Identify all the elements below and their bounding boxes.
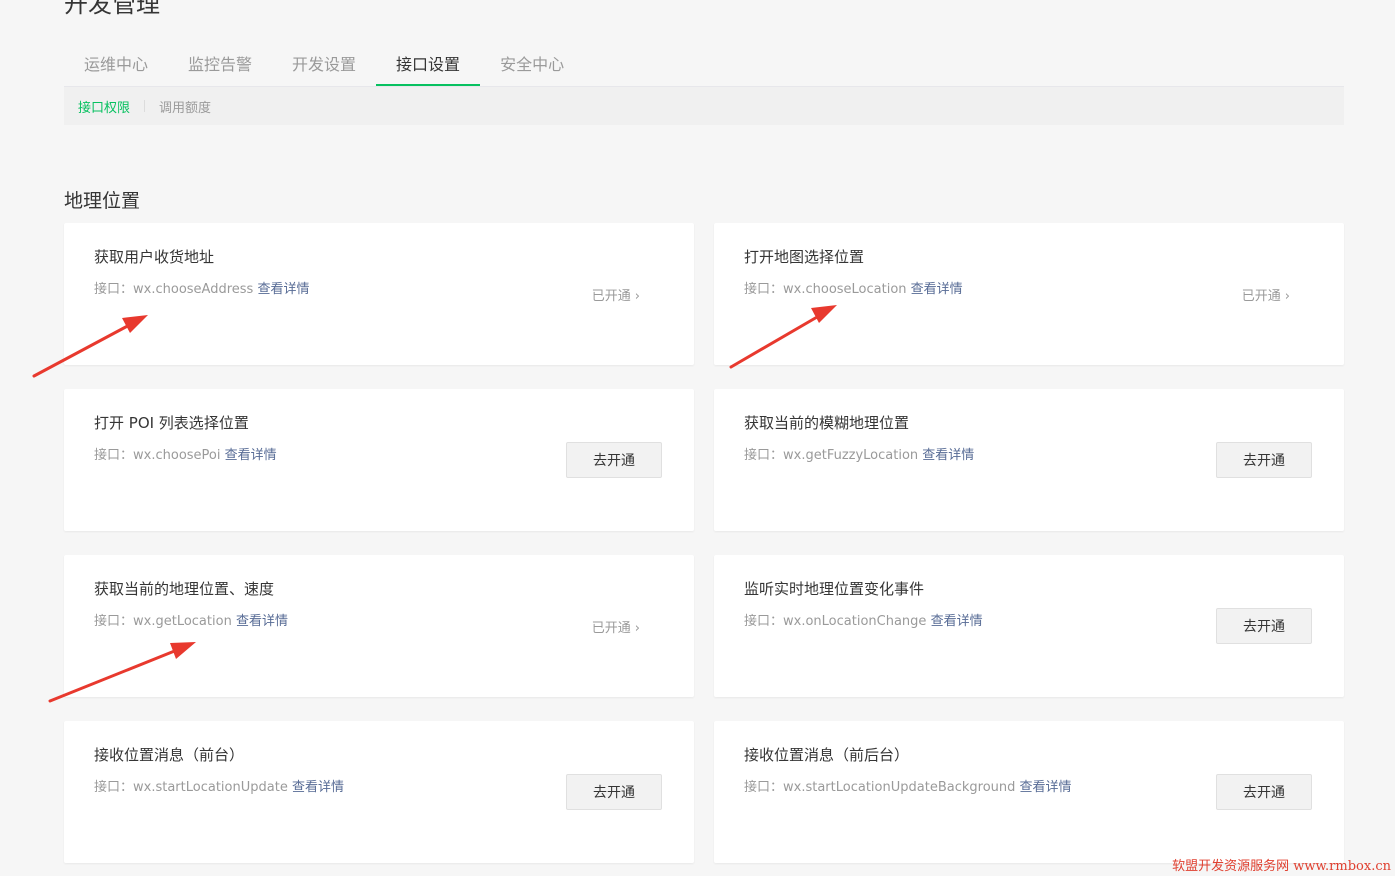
tab-api-settings[interactable]: 接口设置	[376, 50, 481, 86]
api-prefix: 接口：	[94, 780, 134, 795]
activate-button[interactable]: 去开通	[566, 774, 662, 810]
view-details-link[interactable]: 查看详情	[257, 282, 309, 297]
tab-dev-settings[interactable]: 开发设置	[272, 50, 376, 86]
api-card-get-location: 获取当前的地理位置、速度 接口：wx.getLocation 查看详情 已开通 ›	[64, 555, 694, 697]
api-name: wx.chooseLocation	[783, 282, 907, 297]
api-card-on-location-change: 监听实时地理位置变化事件 接口：wx.onLocationChange 查看详情…	[714, 555, 1344, 697]
card-title: 监听实时地理位置变化事件	[744, 580, 925, 598]
card-title: 打开 POI 列表选择位置	[94, 414, 249, 432]
api-name: wx.chooseAddress	[133, 282, 254, 297]
api-prefix: 接口：	[744, 282, 784, 297]
chevron-right-icon: ›	[1284, 289, 1290, 304]
card-api: 接口：wx.chooseAddress 查看详情	[94, 278, 309, 297]
card-api: 接口：wx.getFuzzyLocation 查看详情	[744, 444, 974, 463]
card-title: 打开地图选择位置	[744, 248, 865, 266]
api-card-choose-address: 获取用户收货地址 接口：wx.chooseAddress 查看详情 已开通 ›	[64, 223, 694, 365]
card-api: 接口：wx.getLocation 查看详情	[94, 610, 288, 629]
tab-security-center[interactable]: 安全中心	[480, 50, 584, 86]
subtab-call-quota[interactable]: 调用额度	[145, 97, 225, 116]
view-details-link[interactable]: 查看详情	[225, 448, 277, 463]
card-title: 接收位置消息（前台）	[94, 746, 245, 764]
card-api: 接口：wx.startLocationUpdateBackground 查看详情	[744, 776, 1072, 795]
api-prefix: 接口：	[744, 614, 784, 629]
view-details-link[interactable]: 查看详情	[911, 282, 963, 297]
api-name: wx.startLocationUpdateBackground	[783, 780, 1016, 795]
card-title: 获取当前的模糊地理位置	[744, 414, 910, 432]
watermark: 软盟开发资源服务网 www.rmbox.cn	[1172, 859, 1391, 874]
api-name: wx.onLocationChange	[783, 614, 927, 629]
card-title: 获取用户收货地址	[94, 248, 215, 266]
view-details-link[interactable]: 查看详情	[236, 614, 288, 629]
api-prefix: 接口：	[744, 448, 784, 463]
api-prefix: 接口：	[94, 614, 134, 629]
api-name: wx.startLocationUpdate	[133, 780, 288, 795]
card-api: 接口：wx.onLocationChange 查看详情	[744, 610, 983, 629]
card-api: 接口：wx.chooseLocation 查看详情	[744, 278, 963, 297]
tab-ops-center[interactable]: 运维中心	[64, 50, 168, 86]
status-label: 已开通	[591, 621, 631, 636]
opened-status[interactable]: 已开通 ›	[592, 285, 640, 304]
page-title: 开发管理	[64, 0, 160, 18]
tab-monitoring[interactable]: 监控告警	[168, 50, 272, 86]
opened-status[interactable]: 已开通 ›	[1242, 285, 1290, 304]
top-tabs: 运维中心 监控告警 开发设置 接口设置 安全中心	[64, 50, 1344, 87]
view-details-link[interactable]: 查看详情	[922, 448, 974, 463]
section-title: 地理位置	[64, 190, 141, 212]
view-details-link[interactable]: 查看详情	[1020, 780, 1072, 795]
opened-status[interactable]: 已开通 ›	[592, 617, 640, 636]
api-name: wx.getFuzzyLocation	[783, 448, 919, 463]
view-details-link[interactable]: 查看详情	[931, 614, 983, 629]
card-title: 接收位置消息（前后台）	[744, 746, 910, 764]
activate-button[interactable]: 去开通	[1216, 774, 1312, 810]
api-card-choose-poi: 打开 POI 列表选择位置 接口：wx.choosePoi 查看详情 去开通	[64, 389, 694, 531]
api-prefix: 接口：	[744, 780, 784, 795]
api-card-start-location-update: 接收位置消息（前台） 接口：wx.startLocationUpdate 查看详…	[64, 721, 694, 863]
status-label: 已开通	[591, 289, 631, 304]
card-title: 获取当前的地理位置、速度	[94, 580, 275, 598]
api-prefix: 接口：	[94, 448, 134, 463]
chevron-right-icon: ›	[634, 289, 640, 304]
view-details-link[interactable]: 查看详情	[292, 780, 344, 795]
card-api: 接口：wx.startLocationUpdate 查看详情	[94, 776, 344, 795]
activate-button[interactable]: 去开通	[566, 442, 662, 478]
api-card-choose-location: 打开地图选择位置 接口：wx.chooseLocation 查看详情 已开通 ›	[714, 223, 1344, 365]
api-card-start-location-update-background: 接收位置消息（前后台） 接口：wx.startLocationUpdateBac…	[714, 721, 1344, 863]
sub-tabs: 接口权限 调用额度	[64, 87, 1344, 125]
chevron-right-icon: ›	[634, 621, 640, 636]
activate-button[interactable]: 去开通	[1216, 442, 1312, 478]
api-card-get-fuzzy-location: 获取当前的模糊地理位置 接口：wx.getFuzzyLocation 查看详情 …	[714, 389, 1344, 531]
subtab-api-permissions[interactable]: 接口权限	[64, 97, 144, 116]
activate-button[interactable]: 去开通	[1216, 608, 1312, 644]
api-prefix: 接口：	[94, 282, 134, 297]
api-name: wx.choosePoi	[133, 448, 221, 463]
api-name: wx.getLocation	[133, 614, 232, 629]
card-api: 接口：wx.choosePoi 查看详情	[94, 444, 277, 463]
status-label: 已开通	[1241, 289, 1281, 304]
